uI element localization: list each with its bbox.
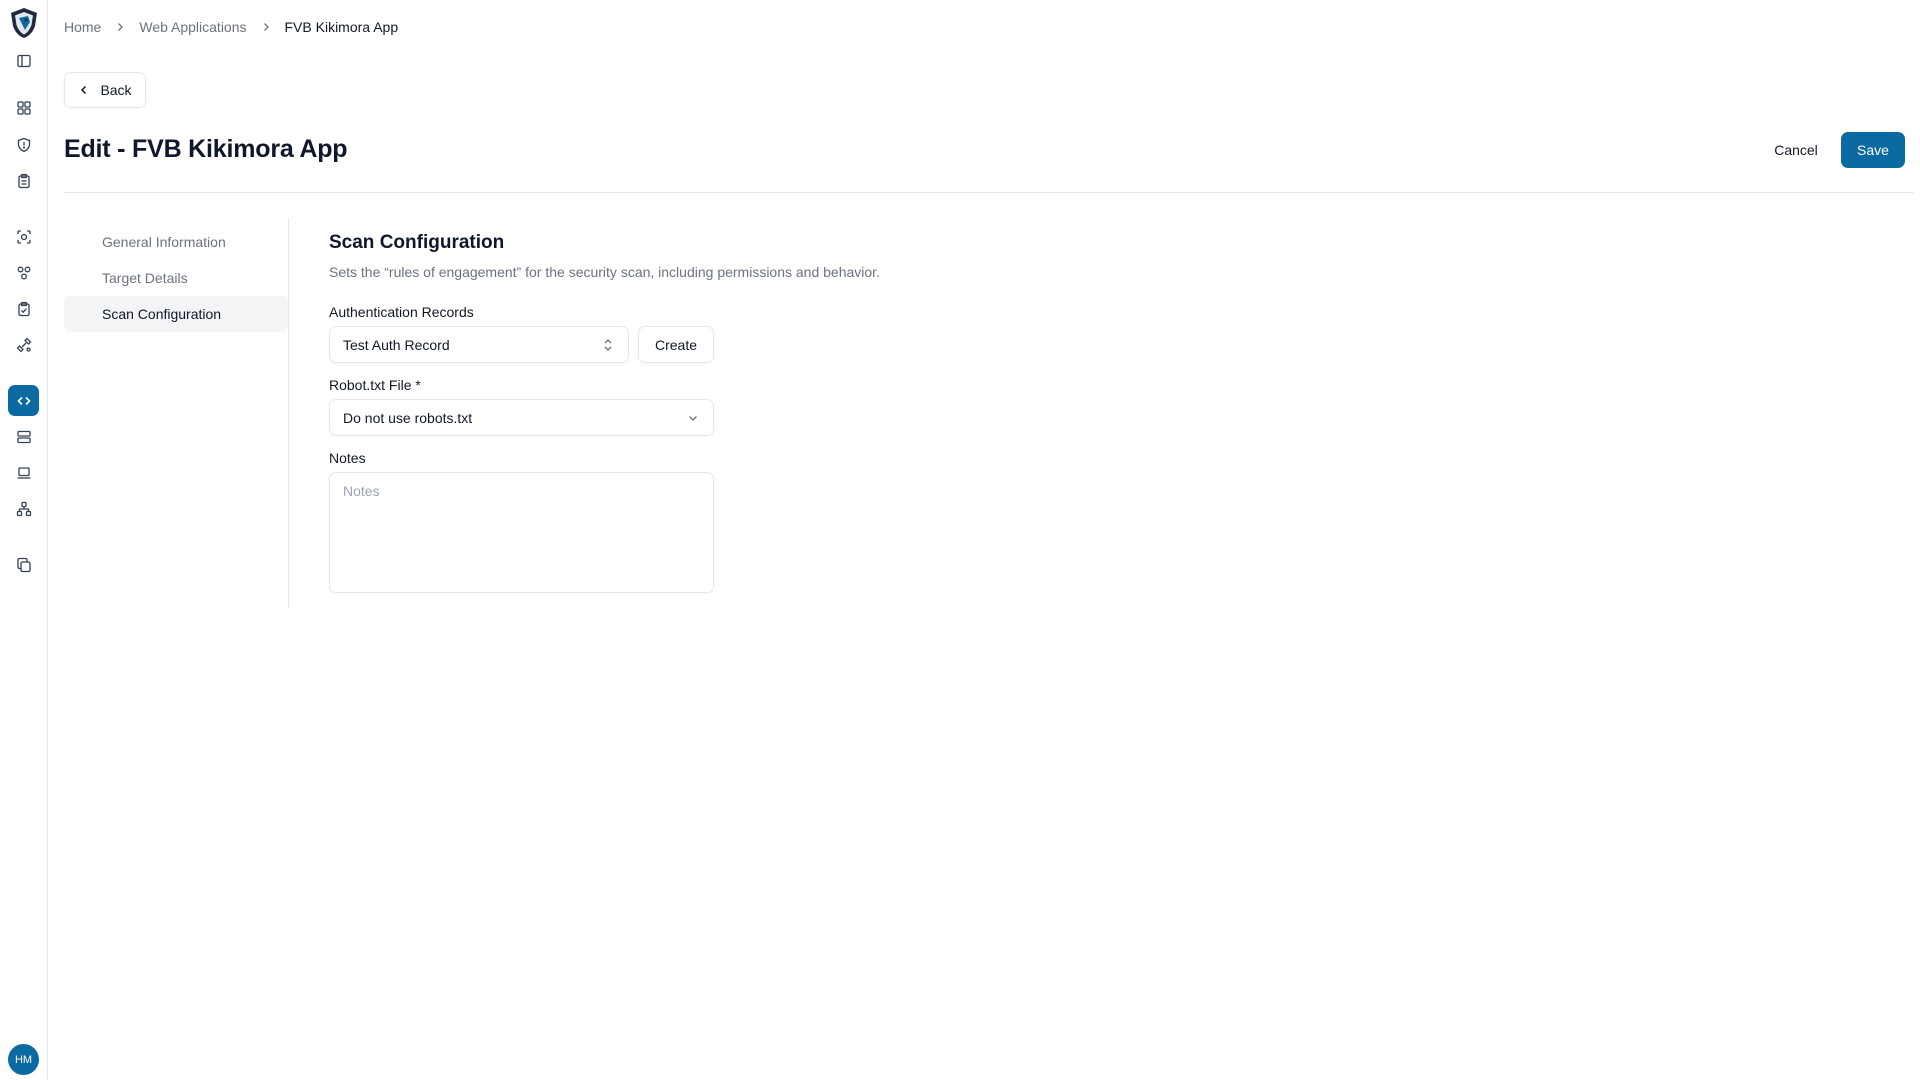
main-content: Home Web Applications FVB Kikimora App B… (64, 0, 1914, 1080)
chevron-up-down-icon (604, 339, 612, 351)
breadcrumb-current: FVB Kikimora App (284, 19, 399, 35)
auth-records-label: Authentication Records (329, 304, 474, 320)
avatar[interactable]: HM (8, 1044, 39, 1075)
panel-toggle-icon[interactable] (8, 45, 39, 76)
section-title: Scan Configuration (329, 232, 505, 253)
create-auth-record-button[interactable]: Create (638, 326, 714, 363)
robots-value: Do not use robots.txt (343, 409, 473, 426)
breadcrumb: Home Web Applications FVB Kikimora App (64, 19, 398, 35)
clipboard-check-icon[interactable] (8, 293, 39, 324)
robots-label: Robot.txt File * (329, 377, 421, 393)
network-icon[interactable] (8, 493, 39, 524)
sidebar: HM (0, 0, 48, 1080)
robots-select[interactable]: Do not use robots.txt (329, 399, 714, 436)
integrations-icon[interactable] (8, 329, 39, 360)
page-title: Edit - FVB Kikimora App (64, 135, 348, 163)
chevron-right-icon (114, 21, 126, 33)
section-nav-scan-configuration[interactable]: Scan Configuration (64, 296, 288, 332)
auth-records-value: Test Auth Record (343, 336, 450, 353)
section-nav-target-details[interactable]: Target Details (64, 260, 288, 296)
chevron-right-icon (260, 21, 272, 33)
section-nav: General Information Target Details Scan … (64, 224, 288, 332)
code-icon[interactable] (8, 385, 39, 416)
dashboard-icon[interactable] (8, 92, 39, 123)
auth-records-select[interactable]: Test Auth Record (329, 326, 629, 363)
servers-icon[interactable] (8, 421, 39, 452)
chevron-down-icon (689, 416, 697, 421)
save-button[interactable]: Save (1841, 132, 1905, 168)
shield-icon[interactable] (8, 129, 39, 160)
back-label: Back (100, 82, 132, 98)
section-nav-general-information[interactable]: General Information (64, 224, 288, 260)
laptop-icon[interactable] (8, 457, 39, 488)
breadcrumb-web-applications[interactable]: Web Applications (139, 19, 246, 35)
scan-configuration-form: Scan Configuration Sets the “rules of en… (329, 232, 1229, 593)
copy-icon[interactable] (8, 549, 39, 580)
assets-icon[interactable] (8, 257, 39, 288)
chevron-left-icon (81, 85, 87, 95)
cancel-button[interactable]: Cancel (1764, 132, 1828, 168)
section-description: Sets the “rules of engagement” for the s… (329, 264, 880, 280)
clipboard-icon[interactable] (8, 165, 39, 196)
notes-textarea[interactable] (329, 472, 714, 593)
notes-label: Notes (329, 450, 366, 466)
header-divider (64, 192, 1914, 193)
back-button[interactable]: Back (64, 72, 146, 108)
scan-icon[interactable] (8, 221, 39, 252)
logo-icon[interactable] (8, 6, 40, 40)
section-nav-divider (288, 218, 289, 608)
breadcrumb-home[interactable]: Home (64, 19, 101, 35)
